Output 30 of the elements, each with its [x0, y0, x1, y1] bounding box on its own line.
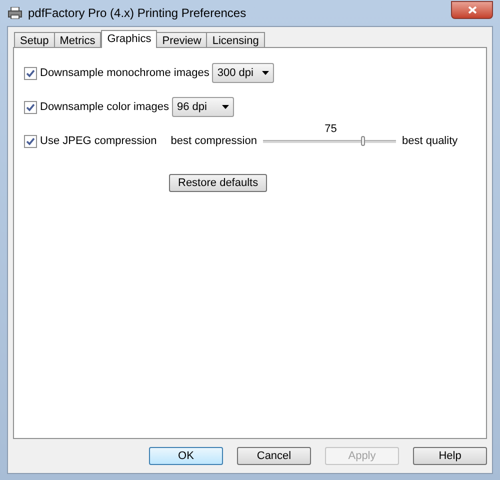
checkmark-icon	[26, 102, 35, 112]
checkbox[interactable]	[24, 134, 37, 148]
tab[interactable]: Preview	[156, 32, 208, 47]
tab[interactable]: Graphics	[101, 30, 158, 48]
dpi-dropdown[interactable]: 96 dpi	[172, 97, 234, 117]
max-label: best quality	[402, 134, 458, 149]
window-title: pdfFactory Pro (4.x) Printing Preferences	[28, 5, 246, 22]
option-label: Downsample color images	[40, 100, 169, 115]
restore-defaults-button[interactable]: Restore defaults	[169, 174, 268, 192]
checkmark-icon	[26, 136, 35, 146]
caret-icon	[222, 105, 229, 109]
tab[interactable]: Setup	[14, 32, 55, 47]
option-label: Downsample monochrome images	[40, 66, 210, 81]
checkbox[interactable]	[24, 100, 37, 114]
dpi-dropdown[interactable]: 300 dpi	[212, 63, 274, 83]
dialog-button[interactable]: Cancel	[237, 447, 311, 465]
close-icon	[468, 6, 476, 14]
tab[interactable]: Licensing	[206, 32, 265, 47]
dialog-button[interactable]: Help	[413, 447, 487, 465]
checkmark-icon	[26, 68, 35, 78]
printer-icon	[8, 7, 22, 19]
slider-value: 75	[324, 122, 337, 136]
tab[interactable]: Metrics	[54, 32, 102, 47]
caret-icon	[262, 71, 270, 75]
min-label: best compression	[170, 134, 257, 149]
checkbox[interactable]	[24, 66, 37, 80]
option-label: Use JPEG compression	[40, 134, 157, 149]
slider-thumb[interactable]	[360, 136, 365, 146]
close-button[interactable]	[451, 1, 493, 19]
dialog-button[interactable]: OK	[149, 447, 223, 465]
